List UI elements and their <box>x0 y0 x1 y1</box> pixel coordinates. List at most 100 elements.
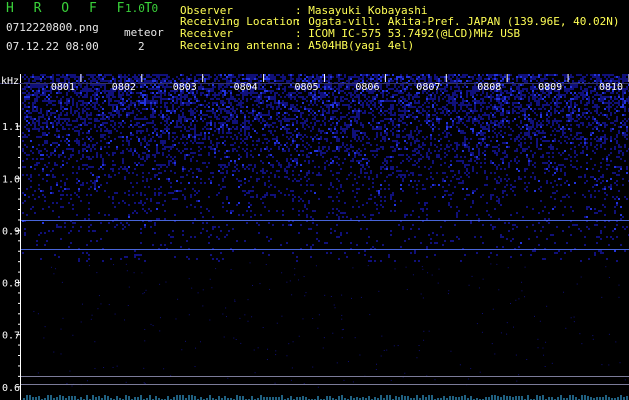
noise-pixel <box>540 94 542 96</box>
noise-pixel <box>584 80 586 82</box>
noise-pixel <box>262 92 264 94</box>
noise-pixel <box>388 100 390 102</box>
noise-pixel <box>332 110 334 112</box>
noise-pixel <box>402 78 404 80</box>
noise-pixel <box>420 78 422 80</box>
noise-pixel <box>248 78 250 80</box>
noise-pixel <box>614 76 616 78</box>
noise-pixel <box>448 126 450 128</box>
noise-pixel <box>108 104 110 106</box>
noise-pixel <box>120 76 122 78</box>
noise-pixel <box>46 86 48 88</box>
noise-pixel <box>468 118 470 120</box>
noise-pixel <box>614 146 616 148</box>
noise-pixel <box>350 76 352 78</box>
noise-pixel <box>252 110 254 112</box>
noise-pixel <box>564 90 566 92</box>
noise-pixel <box>454 110 456 112</box>
noise-pixel <box>236 94 238 96</box>
noise-pixel <box>464 116 466 118</box>
noise-pixel <box>540 144 542 146</box>
noise-pixel <box>148 102 150 104</box>
noise-pixel <box>230 90 232 92</box>
noise-pixel <box>258 84 260 86</box>
noise-pixel <box>374 150 376 152</box>
noise-pixel <box>452 94 454 96</box>
noise-pixel <box>454 142 456 144</box>
noise-pixel <box>310 146 312 148</box>
noise-pixel <box>94 118 96 120</box>
noise-pixel <box>242 102 244 104</box>
noise-pixel <box>464 136 466 138</box>
noise-pixel <box>160 116 162 118</box>
noise-pixel <box>438 118 440 120</box>
noise-pixel <box>386 74 388 76</box>
noise-pixel <box>418 96 420 98</box>
noise-pixel <box>134 78 136 80</box>
noise-pixel <box>164 80 166 82</box>
noise-pixel <box>386 94 388 96</box>
noise-pixel <box>66 94 68 96</box>
noise-pixel <box>322 92 324 94</box>
noise-pixel <box>184 116 186 118</box>
noise-pixel <box>154 156 156 158</box>
noise-pixel <box>208 106 210 108</box>
noise-pixel <box>596 80 598 82</box>
noise-pixel <box>240 128 242 130</box>
noise-pixel <box>618 102 620 104</box>
noise-pixel <box>462 86 464 88</box>
noise-pixel <box>528 114 530 116</box>
noise-pixel <box>86 112 88 114</box>
noise-pixel <box>198 150 200 152</box>
noise-pixel <box>534 86 536 88</box>
noise-pixel <box>166 108 168 110</box>
noise-pixel <box>440 108 442 110</box>
noise-pixel <box>192 110 194 112</box>
noise-pixel <box>624 124 626 126</box>
noise-pixel <box>328 112 330 114</box>
noise-pixel <box>122 110 124 112</box>
noise-pixel <box>598 106 600 108</box>
noise-pixel <box>200 94 202 96</box>
noise-pixel <box>330 88 332 90</box>
noise-pixel <box>528 128 530 130</box>
noise-pixel <box>154 154 156 156</box>
noise-pixel <box>220 90 222 92</box>
noise-pixel <box>216 146 218 148</box>
noise-pixel <box>124 74 126 76</box>
noise-pixel <box>572 86 574 88</box>
noise-pixel <box>522 76 524 78</box>
noise-pixel <box>168 146 170 148</box>
noise-pixel <box>292 106 294 108</box>
noise-pixel <box>476 100 478 102</box>
noise-pixel <box>402 130 404 132</box>
noise-pixel <box>280 84 282 86</box>
noise-pixel <box>446 94 448 96</box>
noise-pixel <box>232 114 234 116</box>
noise-pixel <box>270 102 272 104</box>
noise-pixel <box>618 104 620 106</box>
noise-pixel <box>80 104 82 106</box>
noise-pixel <box>284 86 286 88</box>
noise-pixel <box>388 156 390 158</box>
noise-pixel <box>220 108 222 110</box>
noise-pixel <box>498 110 500 112</box>
noise-pixel <box>264 92 266 94</box>
noise-pixel <box>96 94 98 96</box>
noise-pixel <box>466 96 468 98</box>
noise-pixel <box>24 152 26 154</box>
noise-pixel <box>346 124 348 126</box>
noise-pixel <box>330 124 332 126</box>
noise-pixel <box>618 150 620 152</box>
noise-pixel <box>166 130 168 132</box>
noise-pixel <box>268 154 270 156</box>
noise-pixel <box>278 104 280 106</box>
noise-pixel <box>136 76 138 78</box>
noise-pixel <box>268 80 270 82</box>
noise-pixel <box>288 124 290 126</box>
noise-pixel <box>248 112 250 114</box>
noise-pixel <box>354 76 356 78</box>
noise-pixel <box>482 132 484 134</box>
noise-pixel <box>538 148 540 150</box>
noise-pixel <box>400 76 402 78</box>
